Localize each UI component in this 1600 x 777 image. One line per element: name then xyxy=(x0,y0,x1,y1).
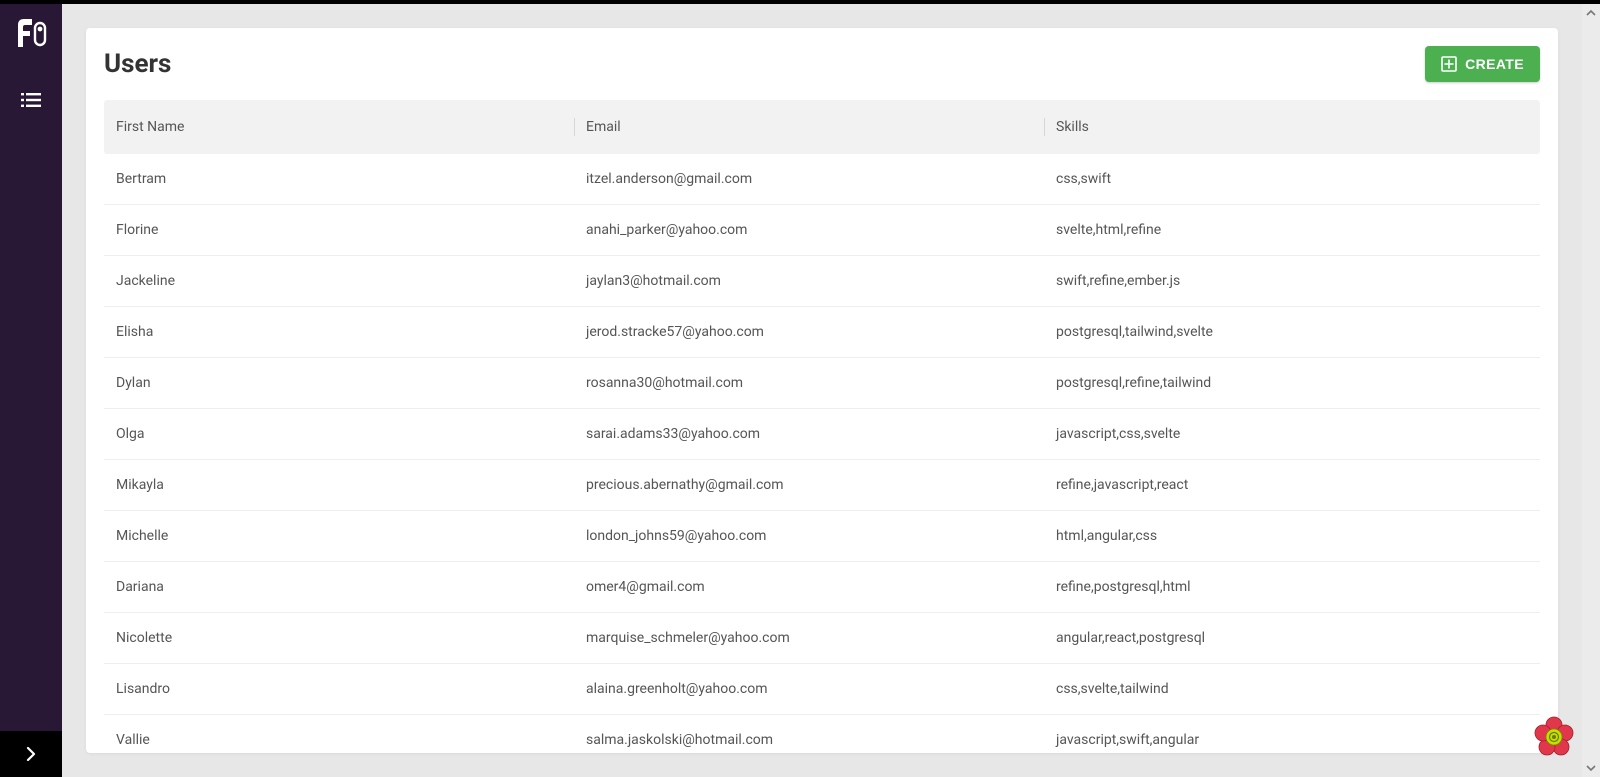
vertical-scrollbar[interactable] xyxy=(1582,4,1600,777)
app-logo[interactable] xyxy=(11,14,51,54)
table-header-row: First Name Email Skills xyxy=(104,100,1540,154)
cell-first-name: Dariana xyxy=(104,579,574,595)
table-header-email[interactable]: Email xyxy=(574,119,1044,135)
cell-first-name: Bertram xyxy=(104,171,574,187)
app-frame: Users CREATE First Name Email Skills xyxy=(0,4,1600,777)
cell-email: itzel.anderson@gmail.com xyxy=(574,171,1044,187)
cell-first-name: Nicolette xyxy=(104,630,574,646)
cell-email: jerod.stracke57@yahoo.com xyxy=(574,324,1044,340)
cell-first-name: Olga xyxy=(104,426,574,442)
table-row[interactable]: Dylanrosanna30@hotmail.compostgresql,ref… xyxy=(104,358,1540,409)
create-button-label: CREATE xyxy=(1465,56,1524,72)
table-row[interactable]: Olgasarai.adams33@yahoo.comjavascript,cs… xyxy=(104,409,1540,460)
users-card: Users CREATE First Name Email Skills xyxy=(86,28,1558,753)
cell-skills: html,angular,css xyxy=(1044,528,1540,544)
cell-email: alaina.greenholt@yahoo.com xyxy=(574,681,1044,697)
cell-skills: svelte,html,refine xyxy=(1044,222,1540,238)
table-row[interactable]: Bertramitzel.anderson@gmail.comcss,swift xyxy=(104,154,1540,205)
cell-skills: javascript,css,svelte xyxy=(1044,426,1540,442)
table-row[interactable]: Valliesalma.jaskolski@hotmail.comjavascr… xyxy=(104,715,1540,753)
users-table: First Name Email Skills Bertramitzel.and… xyxy=(104,100,1540,753)
cell-email: precious.abernathy@gmail.com xyxy=(574,477,1044,493)
table-row[interactable]: Jackelinejaylan3@hotmail.comswift,refine… xyxy=(104,256,1540,307)
chevron-right-icon xyxy=(24,747,38,761)
cell-first-name: Elisha xyxy=(104,324,574,340)
table-row[interactable]: Michellelondon_johns59@yahoo.comhtml,ang… xyxy=(104,511,1540,562)
cell-email: marquise_schmeler@yahoo.com xyxy=(574,630,1044,646)
cell-skills: postgresql,tailwind,svelte xyxy=(1044,324,1540,340)
cell-email: omer4@gmail.com xyxy=(574,579,1044,595)
cell-first-name: Lisandro xyxy=(104,681,574,697)
table-row[interactable]: Elishajerod.stracke57@yahoo.compostgresq… xyxy=(104,307,1540,358)
table-header-first-name[interactable]: First Name xyxy=(104,119,574,135)
page-title: Users xyxy=(104,49,171,79)
table-header-skills[interactable]: Skills xyxy=(1044,119,1540,135)
table-row[interactable]: Nicolettemarquise_schmeler@yahoo.comangu… xyxy=(104,613,1540,664)
cell-first-name: Vallie xyxy=(104,732,574,748)
sidebar-collapse-toggle[interactable] xyxy=(0,731,62,777)
sidebar-item-users[interactable] xyxy=(13,82,49,118)
table-row[interactable]: Mikaylaprecious.abernathy@gmail.comrefin… xyxy=(104,460,1540,511)
cell-email: jaylan3@hotmail.com xyxy=(574,273,1044,289)
chevron-up-icon xyxy=(1586,8,1596,18)
table-row[interactable]: Florineanahi_parker@yahoo.comsvelte,html… xyxy=(104,205,1540,256)
scroll-down-button[interactable] xyxy=(1582,759,1600,777)
cell-skills: css,swift xyxy=(1044,171,1540,187)
cell-skills: postgresql,refine,tailwind xyxy=(1044,375,1540,391)
scroll-up-button[interactable] xyxy=(1582,4,1600,22)
card-header: Users CREATE xyxy=(104,46,1540,100)
cell-skills: refine,javascript,react xyxy=(1044,477,1540,493)
cell-first-name: Florine xyxy=(104,222,574,238)
logo-icon xyxy=(14,17,48,51)
table-row[interactable]: Darianaomer4@gmail.comrefine,postgresql,… xyxy=(104,562,1540,613)
cell-email: sarai.adams33@yahoo.com xyxy=(574,426,1044,442)
cell-email: rosanna30@hotmail.com xyxy=(574,375,1044,391)
flower-icon xyxy=(1532,715,1576,759)
sidebar xyxy=(0,4,62,777)
cell-first-name: Dylan xyxy=(104,375,574,391)
cell-first-name: Jackeline xyxy=(104,273,574,289)
cell-email: london_johns59@yahoo.com xyxy=(574,528,1044,544)
cell-first-name: Mikayla xyxy=(104,477,574,493)
main-content: Users CREATE First Name Email Skills xyxy=(62,4,1600,777)
cell-email: anahi_parker@yahoo.com xyxy=(574,222,1044,238)
create-button[interactable]: CREATE xyxy=(1425,46,1540,82)
table-body: Bertramitzel.anderson@gmail.comcss,swift… xyxy=(104,154,1540,753)
devtools-badge[interactable] xyxy=(1532,715,1576,759)
cell-skills: angular,react,postgresql xyxy=(1044,630,1540,646)
plus-box-icon xyxy=(1441,56,1457,72)
cell-skills: javascript,swift,angular xyxy=(1044,732,1540,748)
cell-first-name: Michelle xyxy=(104,528,574,544)
cell-skills: css,svelte,tailwind xyxy=(1044,681,1540,697)
cell-email: salma.jaskolski@hotmail.com xyxy=(574,732,1044,748)
chevron-down-icon xyxy=(1586,763,1596,773)
cell-skills: refine,postgresql,html xyxy=(1044,579,1540,595)
list-icon xyxy=(21,93,41,107)
cell-skills: swift,refine,ember.js xyxy=(1044,273,1540,289)
table-row[interactable]: Lisandroalaina.greenholt@yahoo.comcss,sv… xyxy=(104,664,1540,715)
content-scroll-area: Users CREATE First Name Email Skills xyxy=(62,4,1582,777)
